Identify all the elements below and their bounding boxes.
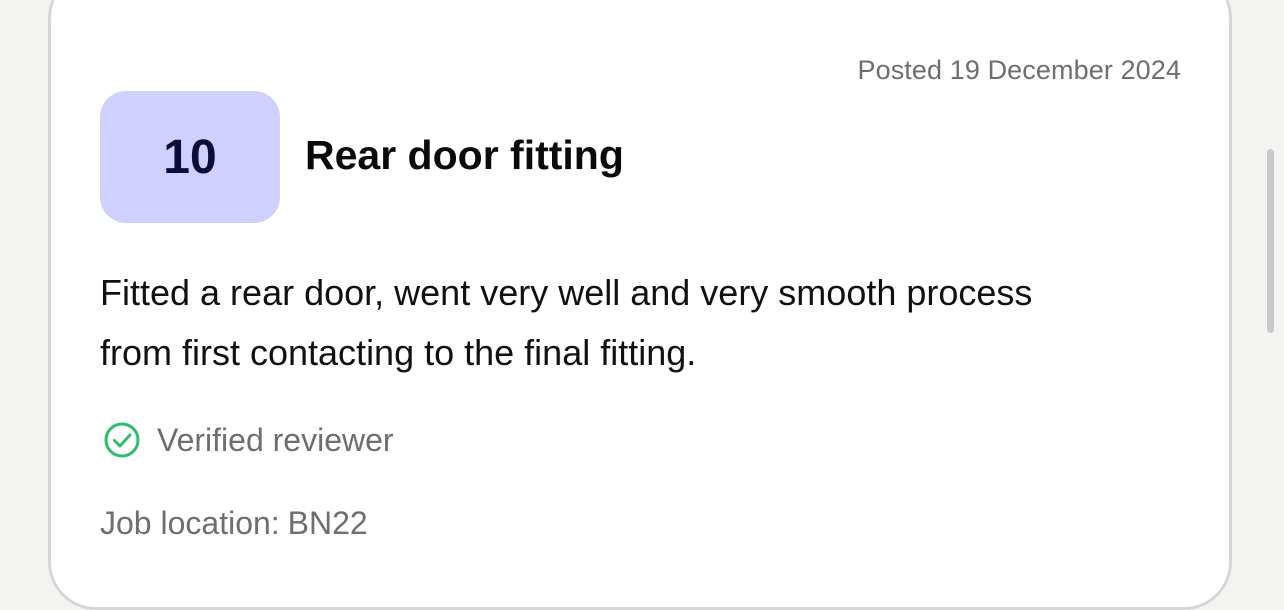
job-title: Rear door fitting bbox=[305, 132, 624, 178]
verified-label: Verified reviewer bbox=[157, 421, 394, 458]
posted-date: Posted 19 December 2024 bbox=[857, 55, 1181, 85]
review-card: Posted 19 December 2024 10 Rear door fit… bbox=[48, 0, 1232, 610]
check-circle-icon bbox=[103, 421, 141, 459]
scrollbar-thumb[interactable] bbox=[1267, 149, 1274, 333]
score-value: 10 bbox=[163, 130, 217, 184]
review-text: Fitted a rear door, went very well and v… bbox=[100, 272, 1033, 373]
job-location-label: Job location: bbox=[100, 505, 280, 541]
verified-reviewer: Verified reviewer bbox=[103, 421, 394, 459]
job-location: Job location: BN22 bbox=[100, 505, 368, 542]
job-location-value: BN22 bbox=[287, 505, 368, 541]
score-badge: 10 bbox=[100, 91, 280, 223]
